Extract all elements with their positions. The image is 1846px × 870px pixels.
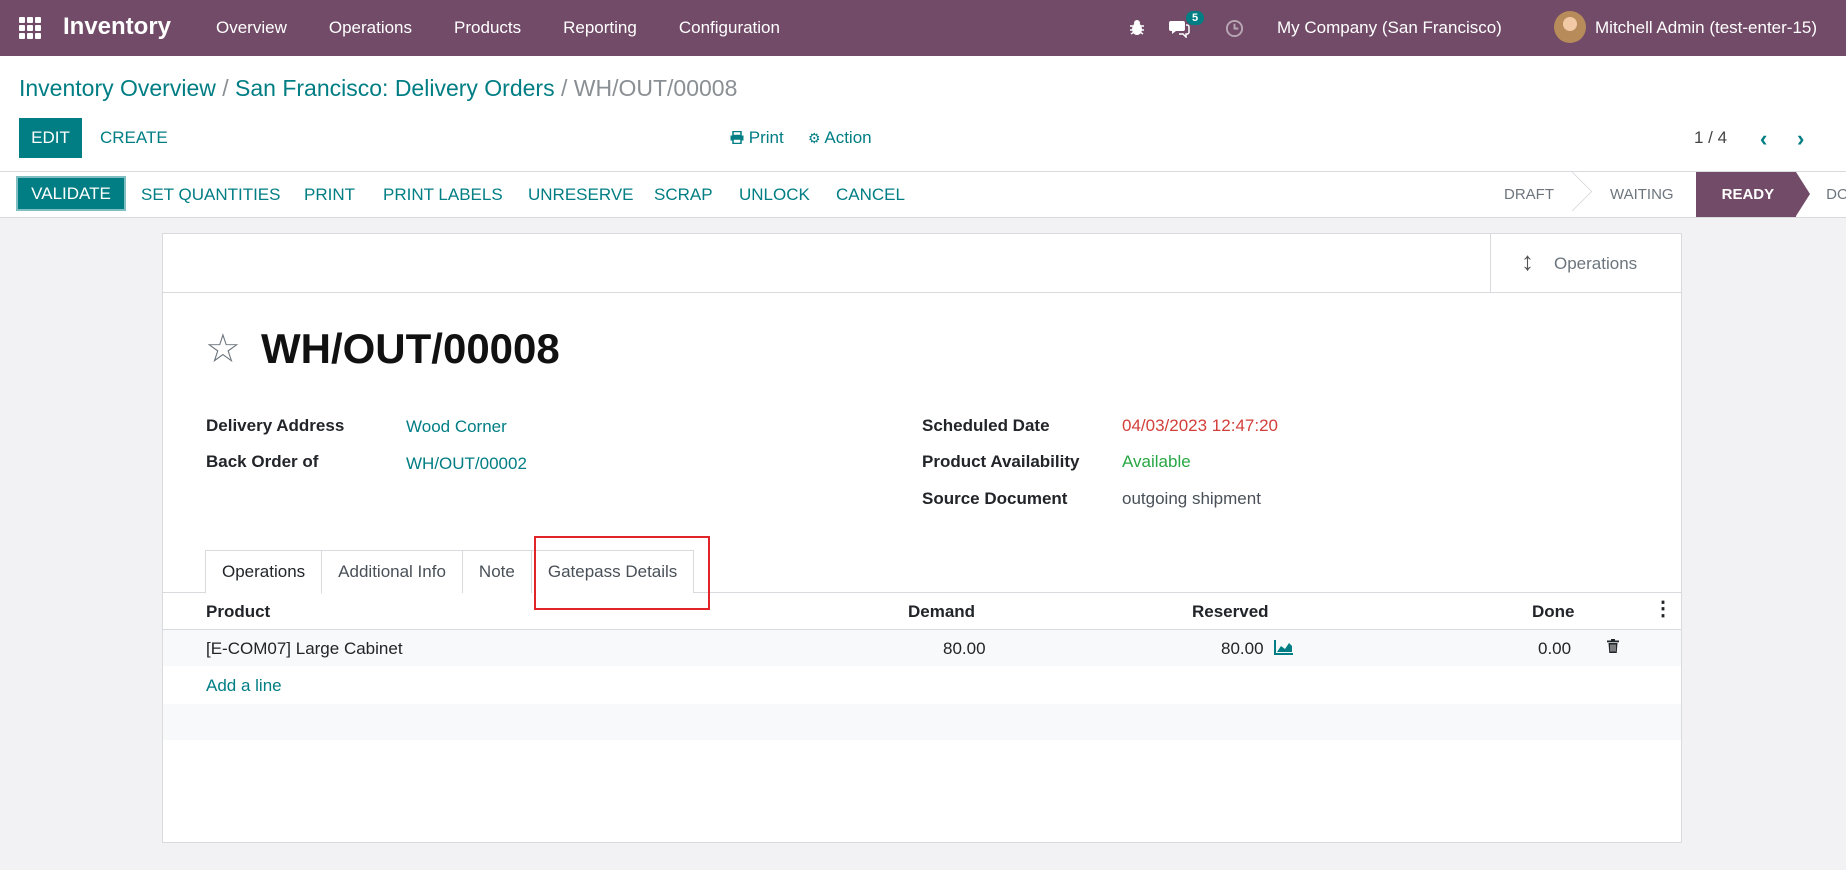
state-done: DONE bbox=[1826, 186, 1846, 203]
apps-menu-icon[interactable] bbox=[19, 17, 41, 39]
column-reserved[interactable]: Reserved bbox=[1192, 602, 1269, 622]
status-bar: VALIDATE SET QUANTITIES PRINT PRINT LABE… bbox=[0, 171, 1846, 218]
print-label: Print bbox=[748, 128, 784, 147]
activity-clock-icon[interactable] bbox=[1225, 0, 1244, 56]
top-navbar: Inventory Overview Operations Products R… bbox=[0, 0, 1846, 56]
breadcrumb-delivery-orders[interactable]: San Francisco: Delivery Orders bbox=[235, 75, 555, 101]
source-document-value: outgoing shipment bbox=[1122, 489, 1261, 508]
unlock-button[interactable]: UNLOCK bbox=[739, 185, 810, 205]
operations-smart-button[interactable]: ↕ Operations bbox=[1490, 234, 1681, 292]
column-product[interactable]: Product bbox=[206, 602, 270, 622]
breadcrumb-separator: / bbox=[560, 75, 568, 101]
form-sheet: ↕ Operations ☆ WH/OUT/00008 Delivery Add… bbox=[162, 233, 1682, 843]
add-line-link[interactable]: Add a line bbox=[206, 676, 282, 696]
tab-operations[interactable]: Operations bbox=[205, 550, 323, 594]
scrap-button[interactable]: SCRAP bbox=[654, 185, 713, 205]
arrows-v-icon: ↕ bbox=[1521, 246, 1534, 276]
chevron-right-icon[interactable]: › bbox=[1797, 126, 1804, 152]
record-title: WH/OUT/00008 bbox=[261, 325, 560, 372]
messages-icon[interactable] bbox=[1168, 0, 1190, 56]
main-menu: Overview Operations Products Reporting C… bbox=[216, 18, 822, 38]
trash-icon[interactable] bbox=[1607, 639, 1619, 653]
state-draft: DRAFT bbox=[1490, 172, 1584, 217]
company-switcher[interactable]: My Company (San Francisco) bbox=[1277, 0, 1502, 56]
unreserve-button[interactable]: UNRESERVE bbox=[528, 185, 634, 205]
status-pipeline: DRAFT WAITING READY DONE bbox=[1490, 172, 1846, 217]
back-order-label: Back Order of bbox=[206, 452, 319, 471]
state-ready: READY bbox=[1695, 172, 1810, 217]
row-product[interactable]: [E-COM07] Large Cabinet bbox=[206, 639, 403, 659]
availability-value: Available bbox=[1122, 452, 1191, 471]
gear-icon: ⚙ bbox=[808, 130, 821, 146]
optional-columns-icon[interactable]: ⋮ bbox=[1653, 599, 1673, 619]
empty-row bbox=[163, 704, 1681, 740]
tab-note[interactable]: Note bbox=[461, 550, 532, 593]
star-icon[interactable]: ☆ bbox=[205, 329, 241, 369]
print-labels-button[interactable]: PRINT LABELS bbox=[383, 185, 503, 205]
table-header: Product Demand Reserved Done ⋮ bbox=[163, 593, 1681, 630]
print-button[interactable]: PRINT bbox=[304, 185, 355, 205]
delivery-address-label: Delivery Address bbox=[206, 416, 345, 435]
cancel-button[interactable]: CANCEL bbox=[836, 185, 905, 205]
column-done[interactable]: Done bbox=[1532, 602, 1575, 622]
user-avatar[interactable] bbox=[1554, 11, 1586, 43]
app-brand[interactable]: Inventory bbox=[63, 13, 171, 41]
forecast-chart-icon[interactable] bbox=[1274, 639, 1294, 655]
menu-overview[interactable]: Overview bbox=[216, 18, 287, 38]
row-done: 0.00 bbox=[1538, 639, 1572, 658]
chevron-left-icon[interactable]: ‹ bbox=[1760, 126, 1767, 152]
menu-operations[interactable]: Operations bbox=[329, 18, 412, 38]
set-quantities-button[interactable]: SET QUANTITIES bbox=[141, 185, 281, 205]
edit-button[interactable]: EDIT bbox=[19, 118, 82, 158]
smart-button-label: Operations bbox=[1554, 254, 1638, 273]
back-order-value[interactable]: WH/OUT/00002 bbox=[406, 454, 527, 474]
action-dropdown[interactable]: ⚙ Action bbox=[808, 128, 872, 148]
column-demand[interactable]: Demand bbox=[908, 602, 975, 622]
delivery-address-value[interactable]: Wood Corner bbox=[406, 417, 507, 437]
row-reserved: 80.00 bbox=[1221, 639, 1264, 658]
print-icon bbox=[730, 130, 744, 145]
scheduled-date-value: 04/03/2023 12:47:20 bbox=[1122, 416, 1278, 435]
row-demand: 80.00 bbox=[943, 639, 986, 658]
tab-additional-info[interactable]: Additional Info bbox=[321, 550, 463, 593]
validate-button[interactable]: VALIDATE bbox=[18, 178, 124, 209]
table-row[interactable]: [E-COM07] Large Cabinet 80.00 80.00 0.00 bbox=[163, 630, 1681, 666]
control-panel: Inventory Overview / San Francisco: Deli… bbox=[0, 56, 1846, 171]
breadcrumb-inventory-overview[interactable]: Inventory Overview bbox=[19, 75, 216, 101]
breadcrumb-current: WH/OUT/00008 bbox=[573, 75, 738, 101]
pager-value[interactable]: 1 / 4 bbox=[1694, 128, 1727, 148]
scheduled-date-label: Scheduled Date bbox=[922, 416, 1050, 435]
button-box: ↕ Operations bbox=[163, 234, 1681, 293]
breadcrumb-separator: / bbox=[222, 75, 229, 101]
debug-icon[interactable] bbox=[1128, 0, 1146, 56]
availability-label: Product Availability bbox=[922, 452, 1080, 471]
source-document-label: Source Document bbox=[922, 489, 1068, 508]
menu-configuration[interactable]: Configuration bbox=[679, 18, 780, 38]
action-label: Action bbox=[824, 128, 872, 147]
print-dropdown[interactable]: Print bbox=[730, 128, 784, 148]
menu-reporting[interactable]: Reporting bbox=[563, 18, 637, 38]
state-waiting: WAITING bbox=[1610, 186, 1674, 203]
create-button[interactable]: CREATE bbox=[100, 128, 168, 148]
menu-products[interactable]: Products bbox=[454, 18, 521, 38]
user-menu[interactable]: Mitchell Admin (test-enter-15) bbox=[1595, 0, 1817, 56]
messages-badge: 5 bbox=[1186, 11, 1205, 25]
breadcrumb: Inventory Overview / San Francisco: Deli… bbox=[19, 75, 737, 102]
